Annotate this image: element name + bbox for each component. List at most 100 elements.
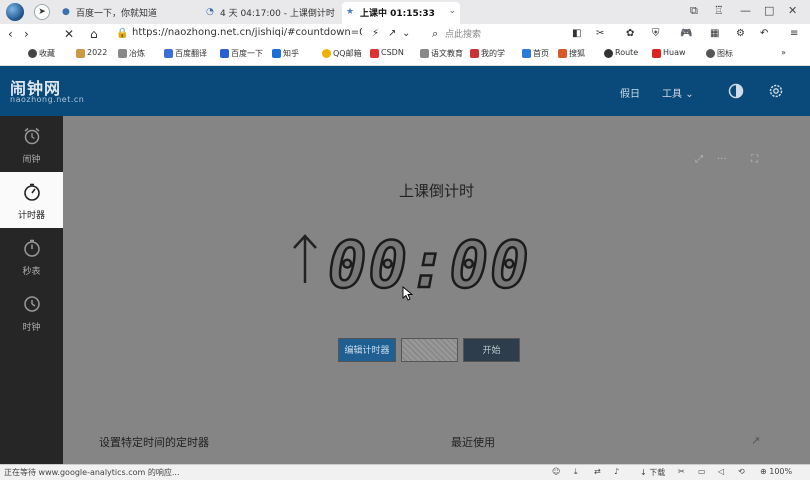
- bookmark-item[interactable]: 收藏: [28, 48, 55, 59]
- gear-icon[interactable]: [768, 83, 784, 99]
- sidebar-item-timer[interactable]: 计时器: [0, 172, 63, 228]
- settings-icon[interactable]: ⚙: [736, 26, 745, 42]
- bookmark-item[interactable]: Route: [604, 48, 638, 58]
- bookmark-item[interactable]: 百度一下: [220, 48, 263, 59]
- bookmark-item[interactable]: 语文教育: [420, 48, 463, 59]
- alarm-clock-icon: [24, 127, 40, 145]
- download-arrow-icon: ↓: [640, 468, 647, 477]
- sidebar-item-stopwatch[interactable]: 秒表: [0, 228, 63, 284]
- tab-countdown-4days[interactable]: ◔ 4 天 04:17:00 - 上课倒计时: [202, 2, 342, 24]
- bookmark-item[interactable]: 百度翻译: [164, 48, 207, 59]
- bookmark-item[interactable]: 2022: [76, 48, 107, 58]
- more-icon[interactable]: ···: [717, 154, 727, 165]
- address-bar: ‹ › ✕ ⌂ 🔒 https://naozhong.net.cn/jishiq…: [0, 24, 810, 44]
- home-icon[interactable]: ⌂: [90, 26, 98, 42]
- tab-label: 上课中 01:15:33: [360, 9, 435, 19]
- bookmark-item[interactable]: 我的学: [470, 48, 505, 59]
- tab-label: 百度一下，你就知道: [76, 9, 158, 19]
- expand-icon[interactable]: ↗: [751, 434, 760, 447]
- back-icon[interactable]: ‹: [8, 26, 13, 42]
- lock-icon: 🔒: [116, 28, 129, 39]
- shield-icon[interactable]: ⛨: [652, 26, 660, 42]
- undo-icon[interactable]: ↶: [760, 26, 768, 42]
- fullscreen-icon[interactable]: ⛶: [751, 154, 758, 165]
- bookmark-item[interactable]: CSDN: [370, 48, 404, 58]
- zoom-icon: ⊕: [760, 467, 767, 476]
- search-input[interactable]: 点此搜索: [445, 27, 481, 40]
- nav-holiday[interactable]: 假日: [620, 85, 640, 100]
- search-icon: ⌕: [432, 27, 439, 40]
- sidebar-item-label: 时钟: [22, 323, 41, 333]
- lightning-icon[interactable]: ⚡: [372, 26, 379, 42]
- bookmark-item[interactable]: 知乎: [272, 48, 299, 59]
- menu-icon[interactable]: ≡: [790, 26, 798, 42]
- sidebar-item-label: 闹钟: [22, 155, 41, 165]
- sidebar: 闹钟 计时器 秒表 时钟: [0, 116, 63, 464]
- sidebar-item-clock[interactable]: 时钟: [0, 284, 63, 340]
- status-text: 正在等待 www.google-analytics.com 的响应...: [4, 468, 180, 477]
- close-icon[interactable]: ✕: [64, 26, 74, 42]
- disabled-button[interactable]: [401, 338, 458, 362]
- reader-icon[interactable]: ◧: [572, 26, 581, 42]
- reset-zoom-icon[interactable]: ⟲: [738, 467, 745, 476]
- countdown-title[interactable]: 上课倒计时: [63, 180, 810, 201]
- arrow-up-icon: [293, 234, 317, 283]
- navigation-compass-icon[interactable]: ➤: [34, 4, 50, 20]
- copy-icon[interactable]: ⧉: [690, 4, 698, 18]
- chevron-down-icon[interactable]: ⌄: [448, 6, 456, 16]
- star-icon: ★: [346, 7, 355, 17]
- bookmark-item[interactable]: 图标: [706, 48, 733, 59]
- nav-tools[interactable]: 工具 ⌄: [662, 85, 694, 100]
- bookmark-item[interactable]: 搜狐: [558, 48, 585, 59]
- shirt-icon[interactable]: ♖: [714, 4, 724, 17]
- status-bar: 正在等待 www.google-analytics.com 的响应... ☺ ⤓…: [0, 464, 810, 480]
- site-header: 闹钟网 naozhong.net.cn 假日 工具 ⌄: [0, 66, 810, 116]
- volume-icon[interactable]: ◁: [718, 467, 724, 476]
- bookmarks-more-icon[interactable]: »: [770, 48, 786, 57]
- clock-icon: [24, 296, 40, 312]
- smiley-icon[interactable]: ☺: [552, 467, 560, 476]
- site-logo-subtitle: naozhong.net.cn: [10, 95, 85, 104]
- countdown-time-display: 00:00: [327, 228, 531, 305]
- share-icon[interactable]: ⤢: [695, 154, 703, 165]
- tab-label: 4 天 04:17:00 - 上课倒计时: [220, 9, 335, 19]
- translate-icon[interactable]: ⇄: [594, 467, 601, 476]
- sidebar-item-label: 计时器: [17, 211, 45, 221]
- start-button[interactable]: 开始: [463, 338, 520, 362]
- sidebar-item-alarm[interactable]: 闹钟: [0, 116, 63, 172]
- grid-icon[interactable]: ▦: [710, 26, 719, 42]
- download-label[interactable]: ↓ 下载: [640, 467, 665, 478]
- browser-tab-bar: ➤ ● 百度一下，你就知道 ◔ 4 天 04:17:00 - 上课倒计时 ★ 上…: [0, 0, 810, 24]
- window-icon[interactable]: ▭: [698, 467, 706, 476]
- sound-icon[interactable]: ♪: [614, 467, 619, 476]
- browser-logo-icon[interactable]: [6, 3, 24, 21]
- url-field[interactable]: https://naozhong.net.cn/jishiqi/#countdo…: [132, 27, 362, 38]
- chevron-down-icon: ⌄: [685, 89, 694, 100]
- scissors-icon[interactable]: ✂: [596, 26, 604, 42]
- stopwatch-icon: [24, 239, 40, 257]
- game-icon[interactable]: 🎮: [680, 26, 692, 42]
- screenshot-icon[interactable]: ✂: [678, 467, 685, 476]
- bookmark-item[interactable]: Huaw: [652, 48, 686, 58]
- download-icon[interactable]: ⤓: [574, 467, 578, 477]
- share-icon[interactable]: ↗: [388, 26, 396, 42]
- tab-baidu[interactable]: ● 百度一下，你就知道: [58, 2, 198, 24]
- timer-icon: [24, 183, 40, 201]
- paw-icon[interactable]: ✿: [626, 26, 634, 42]
- paw-icon: ●: [62, 7, 70, 17]
- chevron-down-icon[interactable]: ⌄: [402, 26, 410, 42]
- edit-timer-button[interactable]: 编辑计时器: [338, 338, 396, 362]
- bookmark-item[interactable]: QQ邮箱: [322, 48, 362, 59]
- forward-icon[interactable]: ›: [24, 26, 29, 42]
- bookmark-item[interactable]: 冶炼: [118, 48, 145, 59]
- close-window-icon[interactable]: ✕: [788, 4, 797, 17]
- zoom-level[interactable]: ⊕ 100%: [760, 467, 792, 476]
- contrast-icon[interactable]: [728, 83, 744, 99]
- set-specific-timer-heading: 设置特定时间的定时器: [99, 436, 209, 449]
- minimize-icon[interactable]: —: [740, 4, 751, 17]
- tab-class-in-progress[interactable]: ★ 上课中 01:15:33 ⌄: [342, 2, 460, 24]
- maximize-icon[interactable]: □: [764, 4, 774, 17]
- bookmarks-bar: 收藏 2022 冶炼 百度翻译 百度一下 知乎 QQ邮箱 CSDN 语文教育 我…: [0, 44, 810, 66]
- bookmark-item[interactable]: 首页: [522, 48, 549, 59]
- recently-used-heading: 最近使用: [451, 436, 495, 449]
